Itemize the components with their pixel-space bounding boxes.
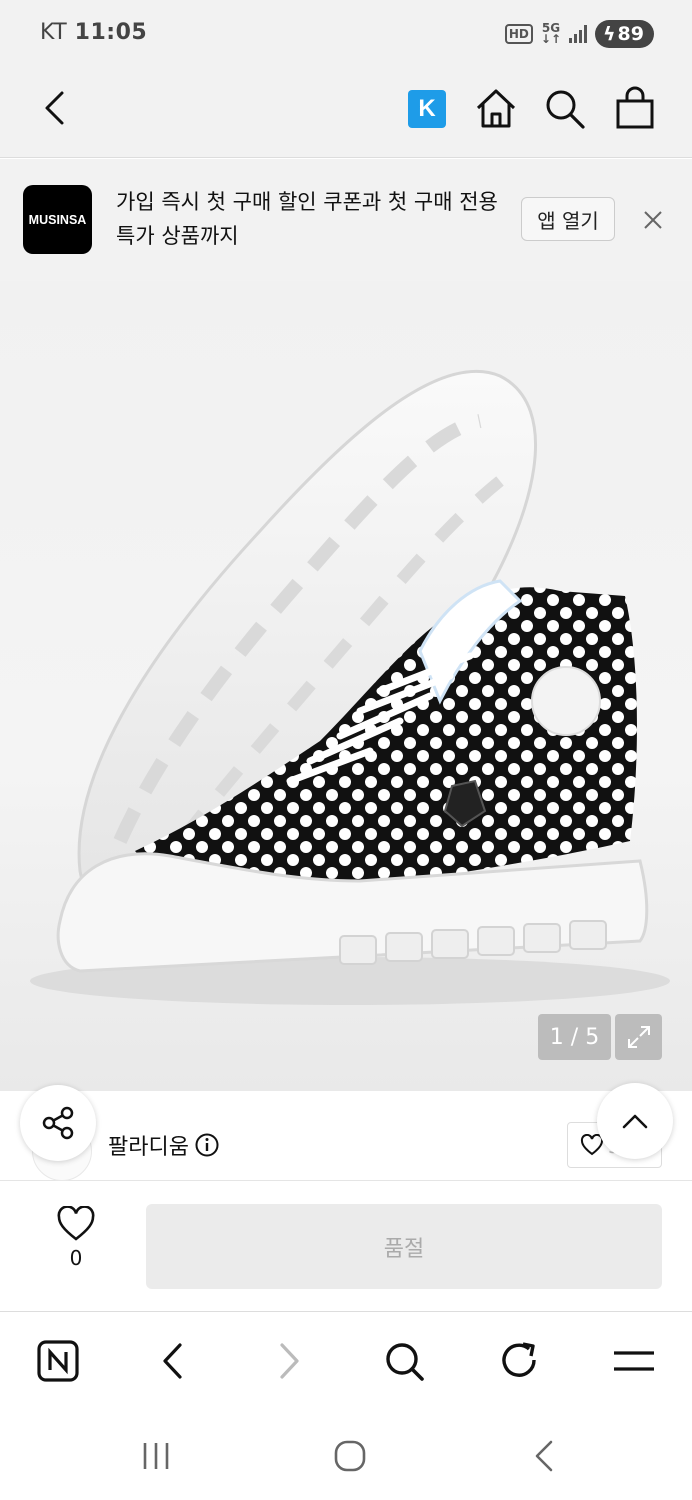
battery-level: 89 — [617, 23, 644, 45]
recent-apps-button[interactable] — [136, 1436, 176, 1476]
naver-home-button[interactable] — [34, 1337, 82, 1385]
heart-icon — [57, 1206, 95, 1241]
status-carrier-time: KT 11:05 — [40, 20, 147, 45]
status-indicators: HD 5G ↓↑ ϟ 89 — [504, 20, 654, 48]
browser-back-button[interactable] — [148, 1337, 196, 1385]
battery-indicator: ϟ 89 — [595, 20, 654, 48]
scroll-to-top-button[interactable] — [597, 1083, 673, 1159]
search-icon — [386, 1343, 424, 1381]
app-install-banner: MUSINSA 가입 즉시 첫 구매 할인 쿠폰과 첫 구매 전용 특가 상품까… — [0, 159, 692, 281]
recent-apps-icon — [143, 1443, 169, 1469]
back-button[interactable] — [34, 88, 74, 128]
home-icon — [476, 89, 516, 128]
back-icon — [45, 91, 64, 125]
browser-search-button[interactable] — [380, 1337, 428, 1385]
system-navigation-bar — [0, 1408, 692, 1500]
home-button[interactable] — [474, 86, 518, 130]
musinsa-logo: MUSINSA — [23, 185, 92, 254]
share-button[interactable] — [20, 1085, 96, 1161]
network-5g-icon: 5G ↓↑ — [540, 21, 561, 46]
system-back-button[interactable] — [524, 1436, 564, 1476]
refresh-icon — [502, 1342, 536, 1377]
k-icon: K — [418, 95, 436, 122]
shopping-bag-button[interactable] — [614, 86, 656, 130]
chevron-right-icon — [280, 1343, 299, 1379]
brand-info-row: 팔라디움 3천 — [0, 1083, 692, 1181]
home-nav-button[interactable] — [330, 1436, 370, 1476]
back-icon — [535, 1440, 553, 1472]
like-count: 0 — [69, 1246, 83, 1270]
sold-out-button[interactable]: 품절 — [146, 1204, 662, 1289]
chevron-left-icon — [163, 1343, 182, 1379]
signal-icon — [569, 25, 587, 43]
naver-icon — [37, 1340, 79, 1382]
brand-name-label: 팔라디움 — [108, 1135, 189, 1160]
charging-icon: ϟ — [603, 23, 616, 45]
search-icon — [546, 90, 585, 129]
brand-name[interactable]: 팔라디움 — [108, 1129, 219, 1161]
purchase-bar: 0 품절 — [0, 1182, 692, 1312]
browser-refresh-button[interactable] — [496, 1337, 544, 1385]
hd-icon: HD — [504, 24, 533, 44]
expand-icon — [627, 1026, 650, 1048]
search-button[interactable] — [544, 88, 586, 130]
menu-icon — [614, 1351, 654, 1371]
carrier-label: KT — [40, 20, 68, 45]
open-app-button[interactable]: 앱 열기 — [521, 197, 615, 241]
share-icon — [42, 1106, 74, 1140]
close-icon — [644, 211, 662, 229]
browser-toolbar — [0, 1313, 692, 1408]
home-circle-icon — [334, 1440, 366, 1472]
like-button[interactable]: 0 — [46, 1206, 106, 1286]
k-button[interactable]: K — [408, 90, 446, 128]
status-bar: KT 11:05 HD 5G ↓↑ ϟ 89 — [0, 0, 692, 62]
chevron-up-icon — [622, 1114, 648, 1129]
clock: 11:05 — [74, 20, 148, 45]
browser-menu-button[interactable] — [610, 1337, 658, 1385]
product-photo — [30, 369, 670, 1005]
shopping-bag-icon — [616, 86, 654, 129]
top-app-bar: K — [0, 62, 692, 158]
banner-close-button[interactable] — [640, 207, 666, 233]
browser-forward-button[interactable] — [266, 1337, 314, 1385]
image-page-counter: 1 / 5 — [538, 1014, 611, 1060]
product-image-gallery[interactable]: 1 / 5 — [0, 281, 692, 1091]
info-icon[interactable] — [195, 1133, 219, 1157]
expand-image-button[interactable] — [615, 1014, 662, 1060]
banner-message: 가입 즉시 첫 구매 할인 쿠폰과 첫 구매 전용 특가 상품까지 — [116, 190, 498, 248]
